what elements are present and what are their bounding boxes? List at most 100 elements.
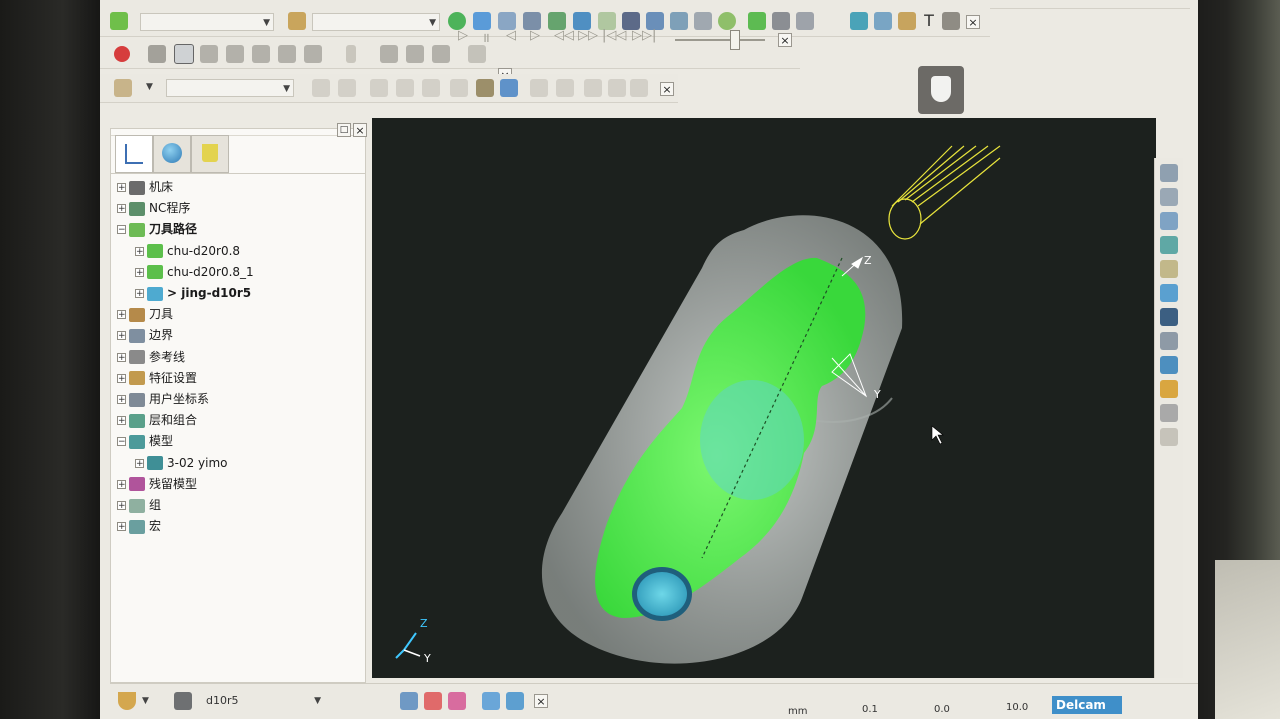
green-toolpath-icon[interactable] — [748, 12, 766, 30]
active-tool-combo[interactable]: d10r5 ▼ — [202, 692, 324, 710]
close-toolbar-icon[interactable]: × — [534, 694, 548, 708]
shape-2-icon[interactable] — [226, 45, 244, 63]
eraser-icon[interactable] — [556, 79, 574, 97]
expand-toggle-icon[interactable]: + — [117, 416, 126, 426]
tools-icon[interactable] — [694, 12, 712, 30]
tab-globe[interactable] — [153, 135, 191, 173]
tree-item[interactable]: + 边界 — [117, 325, 173, 345]
save-icon[interactable] — [338, 79, 356, 97]
diamond-icon[interactable] — [422, 79, 440, 97]
tree-item[interactable]: + 参考线 — [117, 347, 185, 367]
text-icon[interactable]: T — [920, 12, 938, 30]
heart-icon[interactable] — [370, 79, 388, 97]
tolerance-value[interactable]: 0.1 — [862, 704, 878, 715]
view-button-icon[interactable] — [1160, 356, 1178, 374]
view-button-icon[interactable] — [1160, 332, 1178, 350]
stock-icon[interactable] — [380, 45, 398, 63]
copy-icon[interactable] — [530, 79, 548, 97]
shape-4-icon[interactable] — [278, 45, 296, 63]
expand-toggle-icon[interactable]: + — [117, 204, 126, 214]
chevron-down-icon[interactable]: ▼ — [146, 82, 153, 92]
stock-3-icon[interactable] — [432, 45, 450, 63]
expand-toggle-icon[interactable]: + — [117, 395, 126, 405]
tree-item[interactable]: + 特征设置 — [117, 368, 197, 388]
cube-outline-icon[interactable] — [450, 79, 468, 97]
view-button-icon[interactable] — [1160, 164, 1178, 182]
expand-toggle-icon[interactable]: + — [135, 289, 144, 299]
view-button-icon[interactable] — [1160, 212, 1178, 230]
view-button-icon[interactable] — [1160, 404, 1178, 422]
tree-item[interactable]: + NC程序 — [117, 198, 190, 218]
delete-icon[interactable] — [630, 79, 648, 97]
measure-icon[interactable] — [476, 79, 494, 97]
view-button-icon[interactable] — [1160, 380, 1178, 398]
expand-toggle-icon[interactable]: + — [117, 352, 126, 362]
tree-item[interactable]: − 模型 — [117, 431, 173, 451]
expand-toggle-icon[interactable]: + — [117, 501, 126, 511]
feature-icon[interactable] — [288, 12, 306, 30]
play-icon[interactable]: ▷ — [458, 28, 468, 43]
restore-panel-icon[interactable]: □ — [337, 123, 351, 137]
tree-subitem[interactable]: + > jing-d10r5 — [135, 283, 251, 303]
tree-subitem[interactable]: + chu-d20r0.8 — [135, 241, 240, 261]
cross-tools-icon[interactable] — [506, 692, 524, 710]
edit-model-icon[interactable] — [500, 79, 518, 97]
thickness-value[interactable]: 0.0 — [934, 704, 950, 715]
tool-holder-icon[interactable] — [118, 692, 136, 710]
view-button-icon[interactable] — [1160, 428, 1178, 446]
chart-icon[interactable] — [942, 12, 960, 30]
speed-slider-thumb[interactable] — [730, 30, 740, 50]
step-forward-icon[interactable]: ▷ — [530, 28, 540, 43]
record-icon[interactable] — [114, 46, 130, 62]
tree-item[interactable]: + 组 — [117, 495, 161, 515]
pause-icon[interactable]: ॥ — [482, 28, 490, 46]
glasses-icon[interactable] — [898, 12, 916, 30]
fast-forward-icon[interactable]: ▷▷ — [578, 28, 598, 43]
tab-recycle[interactable] — [191, 135, 229, 173]
open-folder-icon[interactable] — [312, 79, 330, 97]
license-dongle-icon[interactable] — [918, 66, 964, 114]
chevron-down-icon[interactable]: ▼ — [142, 696, 149, 706]
shape-1-icon[interactable] — [200, 45, 218, 63]
tree-item[interactable]: + 机床 — [117, 177, 173, 197]
tree-item[interactable]: + 用户坐标系 — [117, 389, 209, 409]
step-back-icon[interactable]: ◁ — [506, 28, 516, 43]
edit-icon[interactable] — [482, 692, 500, 710]
tree-subitem[interactable]: + chu-d20r0.8_1 — [135, 262, 254, 282]
expand-toggle-icon[interactable]: + — [117, 373, 126, 383]
close-simulation-icon[interactable]: × — [778, 33, 792, 47]
model-box-icon[interactable] — [114, 79, 132, 97]
speed-slider-track[interactable] — [675, 39, 765, 41]
grid-icon[interactable] — [772, 12, 790, 30]
tree-item[interactable]: − 刀具路径 — [117, 219, 197, 239]
expand-toggle-icon[interactable]: + — [135, 267, 144, 277]
close-toolbar-icon[interactable]: × — [660, 82, 674, 96]
select-arrow-icon[interactable] — [174, 44, 194, 64]
close-toolbar-icon[interactable]: × — [966, 15, 980, 29]
stock-2-icon[interactable] — [406, 45, 424, 63]
star-icon[interactable] — [874, 12, 892, 30]
rewind-icon[interactable]: ◁◁ — [554, 28, 574, 43]
expand-toggle-icon[interactable]: − — [117, 225, 126, 235]
diamond-color-icon[interactable] — [424, 692, 442, 710]
close-panel-icon[interactable]: × — [353, 123, 367, 137]
expand-toggle-icon[interactable]: + — [117, 522, 126, 532]
box-icon[interactable] — [468, 45, 486, 63]
undo-icon[interactable] — [584, 79, 602, 97]
tab-explorer[interactable] — [115, 135, 153, 173]
axes-icon[interactable] — [400, 692, 418, 710]
transform-icon[interactable] — [670, 12, 688, 30]
expand-toggle-icon[interactable]: + — [117, 310, 126, 320]
cross-icon[interactable] — [396, 79, 414, 97]
skip-start-icon[interactable]: |◁◁ — [602, 28, 626, 43]
stepover-value[interactable]: 10.0 — [1006, 702, 1028, 713]
toolpath-strategy-icon[interactable] — [110, 12, 128, 30]
tool-shape-icon[interactable] — [174, 692, 192, 710]
toolbar-combo-2[interactable]: ▼ — [312, 13, 440, 31]
expand-toggle-icon[interactable]: + — [117, 183, 126, 193]
tree-icon[interactable] — [796, 12, 814, 30]
expand-toggle-icon[interactable]: + — [135, 458, 144, 468]
skip-end-icon[interactable]: ▷▷| — [632, 28, 656, 43]
redo-icon[interactable] — [608, 79, 626, 97]
view-button-icon[interactable] — [1160, 260, 1178, 278]
